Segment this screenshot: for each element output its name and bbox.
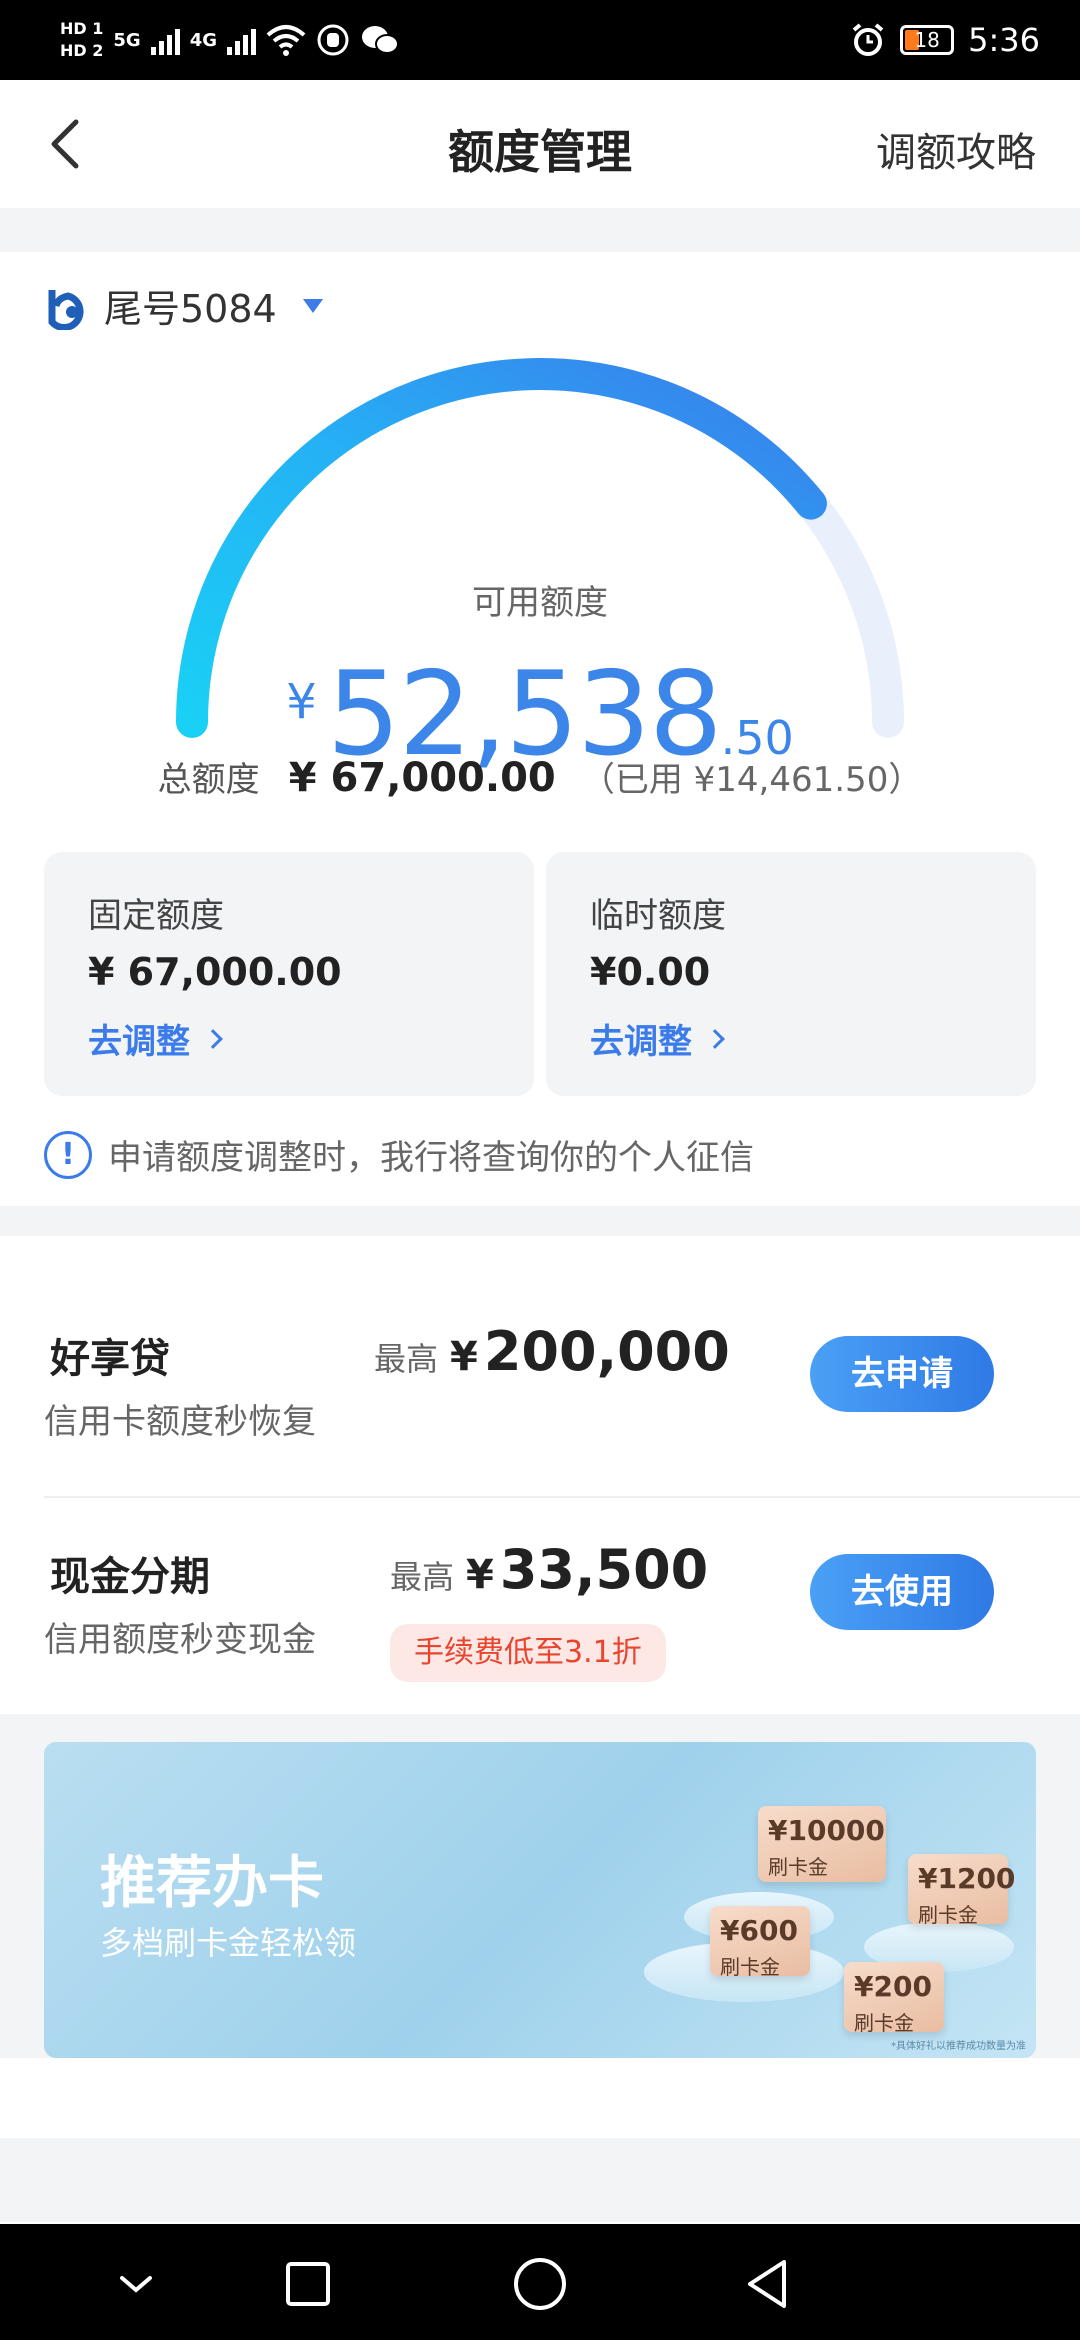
temp-quota-adjust-label: 去调整	[590, 1022, 692, 1062]
signal2-icon	[227, 25, 256, 55]
fixed-quota-adjust-link[interactable]: 去调整	[88, 1014, 223, 1063]
max-label: 最高	[390, 1558, 455, 1596]
apply-button[interactable]: 去申请	[810, 1336, 994, 1412]
system-back-icon[interactable]	[740, 2256, 796, 2312]
product-haoxiangdai: 好享贷 信用卡额度秒恢复 最高 ¥200,000 去申请	[0, 1316, 1080, 1486]
temp-quota-value: ¥0.00	[590, 950, 711, 994]
recent-apps-icon[interactable]	[280, 2256, 336, 2312]
hand-icon	[317, 24, 349, 56]
fixed-quota-title: 固定额度	[88, 896, 224, 936]
coupon-label: 刷卡金	[854, 2011, 914, 2035]
account-selector[interactable]: 尾号5084	[44, 278, 323, 333]
coupon-label: 刷卡金	[918, 1903, 978, 1927]
credit-card-panel: 尾号5084 可用额度 ¥52,538.50 总额度 ¥ 67,000.00 （…	[0, 252, 1080, 1206]
alarm-icon	[852, 23, 884, 56]
coupon-amount: ¥1200	[918, 1862, 1016, 1895]
total-label: 总额度	[157, 760, 260, 800]
coupon-label: 刷卡金	[768, 1855, 828, 1879]
total-row: 总额度 ¥ 67,000.00 （已用 ¥14,461.50）	[0, 752, 1080, 801]
card-recommend-banner[interactable]: 推荐办卡 多档刷卡金轻松领 ¥10000 刷卡金 ¥1200 刷卡金 ¥600 …	[44, 1742, 1036, 2058]
home-icon[interactable]	[512, 2256, 568, 2312]
battery-icon: 18	[900, 25, 955, 55]
temp-quota-adjust-link[interactable]: 去调整	[590, 1014, 725, 1063]
coupon-10000: ¥10000 刷卡金	[758, 1806, 886, 1882]
credit-gauge: 可用额度 ¥52,538.50	[160, 327, 920, 782]
temp-quota-card: 临时额度 ¥0.00 去调整	[546, 852, 1036, 1096]
available-label: 可用额度	[472, 583, 608, 623]
collapse-chevron-icon[interactable]	[108, 2256, 164, 2312]
sim1-label: HD 1	[60, 19, 104, 38]
credit-inquiry-notice: ! 申请额度调整时，我行将查询你的个人征信	[44, 1130, 754, 1179]
max-label: 最高	[374, 1340, 439, 1378]
fixed-quota-adjust-label: 去调整	[88, 1022, 190, 1062]
net2-label: 4G	[189, 29, 217, 51]
account-label: 尾号5084	[104, 287, 277, 331]
nav-bar: 额度管理 调额攻略	[0, 80, 1080, 208]
max-currency: ¥	[466, 1552, 494, 1598]
status-bar: HD 1 HD 2 5G 4G 18 5:36	[0, 0, 1080, 80]
max-value: 33,500	[499, 1538, 709, 1601]
sim2-label: HD 2	[60, 41, 104, 60]
available-currency: ¥	[286, 674, 317, 730]
max-value: 200,000	[483, 1320, 730, 1383]
signal1-icon	[150, 25, 180, 55]
chevron-right-icon	[705, 1028, 725, 1049]
use-button[interactable]: 去使用	[810, 1554, 994, 1630]
product-name: 好享贷	[50, 1336, 170, 1382]
product-name: 现金分期	[50, 1554, 210, 1600]
coupon-1200: ¥1200 刷卡金	[908, 1854, 1016, 1927]
sim-indicators: HD 1 HD 2	[60, 20, 103, 60]
wifi-icon	[266, 25, 306, 56]
used-amount: （已用 ¥14,461.50）	[580, 760, 923, 800]
fee-discount-badge: 手续费低至3.1折	[390, 1624, 666, 1682]
clock: 5:36	[968, 21, 1040, 59]
product-desc: 信用卡额度秒恢复	[44, 1402, 316, 1442]
wechat-icon	[362, 26, 399, 54]
banner-footnote: *具体好礼以推荐成功数量为准	[891, 2041, 1026, 2052]
info-icon: !	[44, 1130, 92, 1179]
max-currency: ¥	[450, 1334, 478, 1380]
coupon-200: ¥200 刷卡金	[844, 1962, 944, 2035]
battery-level: 18	[914, 28, 940, 52]
adjust-guide-link[interactable]: 调额攻略	[876, 120, 1036, 178]
product-max: 最高 ¥200,000	[374, 1320, 730, 1383]
total-amount: ¥ 67,000.00	[288, 755, 556, 801]
coupon-600: ¥600 刷卡金	[710, 1906, 810, 1979]
dropdown-caret-icon	[302, 298, 323, 313]
notice-text: 申请额度调整时，我行将查询你的个人征信	[108, 1138, 754, 1178]
coupon-amount: ¥10000	[768, 1814, 885, 1847]
product-desc: 信用额度秒变现金	[44, 1620, 316, 1660]
status-left: HD 1 HD 2 5G 4G	[60, 12, 400, 68]
banner-title: 推荐办卡	[100, 1851, 324, 1916]
chevron-right-icon	[203, 1028, 223, 1049]
coupon-label: 刷卡金	[720, 1955, 780, 1979]
coupon-amount: ¥200	[854, 1970, 932, 2003]
product-cash-installment: 现金分期 信用额度秒变现金 最高 ¥33,500 手续费低至3.1折 去使用	[0, 1534, 1080, 1704]
fixed-quota-value: ¥ 67,000.00	[88, 950, 342, 994]
system-nav-bar	[0, 2224, 1080, 2340]
bottom-strip	[0, 2138, 1080, 2222]
coupon-amount: ¥600	[720, 1914, 798, 1947]
divider	[44, 1496, 1080, 1498]
fixed-quota-card: 固定额度 ¥ 67,000.00 去调整	[44, 852, 534, 1096]
status-right: 18 5:36	[850, 12, 1040, 68]
product-max: 最高 ¥33,500	[390, 1538, 708, 1601]
bank-logo-icon	[48, 289, 84, 330]
loan-products: 好享贷 信用卡额度秒恢复 最高 ¥200,000 去申请 现金分期 信用额度秒变现…	[0, 1236, 1080, 1714]
temp-quota-title: 临时额度	[590, 896, 726, 936]
banner-subtitle: 多档刷卡金轻松领	[100, 1924, 357, 1962]
net1-label: 5G	[113, 29, 141, 51]
